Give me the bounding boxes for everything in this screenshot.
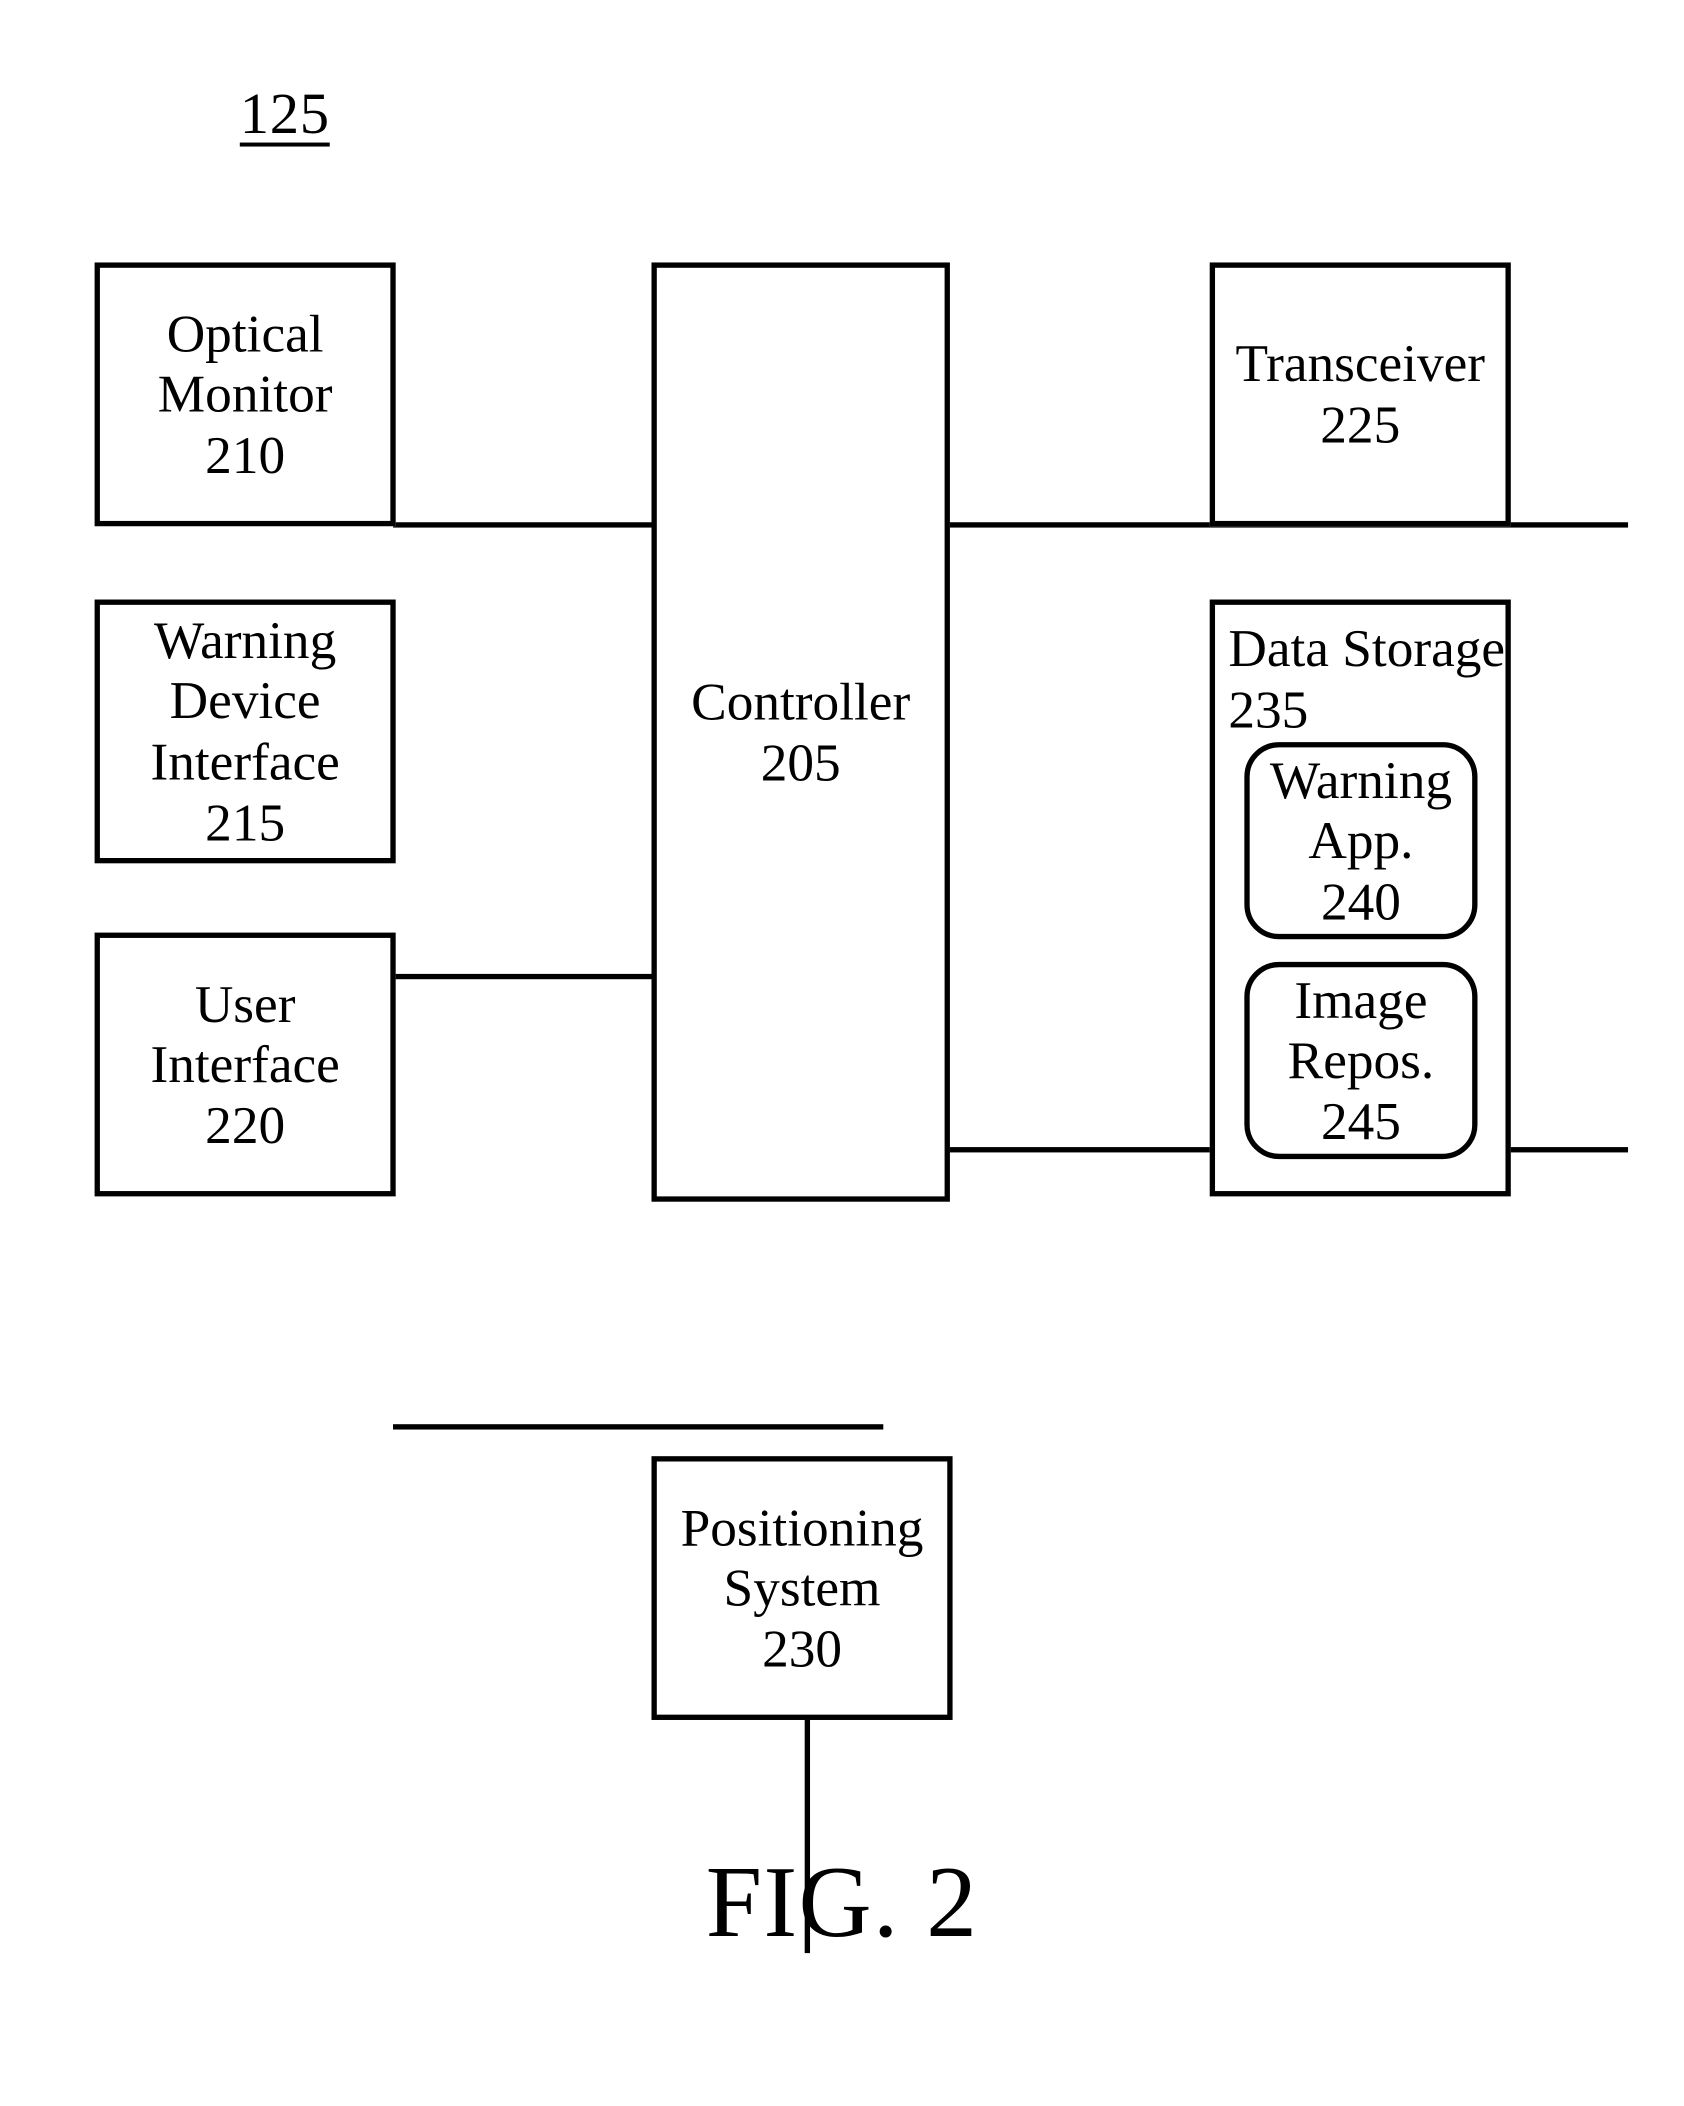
image-repository-label-line1: Image: [1294, 969, 1428, 1030]
warning-device-interface-label-line1: Warning: [154, 609, 337, 670]
image-repository-reference: 245: [1320, 1090, 1401, 1151]
connector-user-interface-to-controller: [393, 1424, 884, 1430]
block-positioning-system[interactable]: Positioning System 230: [651, 1456, 953, 1720]
submodule-warning-app[interactable]: Warning App. 240: [1244, 742, 1478, 940]
block-controller[interactable]: Controller 205: [651, 262, 950, 1202]
warning-device-interface-label-line3: Interface: [150, 731, 340, 792]
warning-app-reference: 240: [1320, 871, 1401, 931]
user-interface-reference: 220: [205, 1094, 286, 1155]
controller-reference: 205: [760, 732, 841, 793]
user-interface-label-line1: User: [194, 973, 296, 1034]
positioning-system-label-line1: Positioning: [680, 1496, 924, 1557]
controller-label: Controller: [691, 671, 911, 732]
block-optical-monitor[interactable]: Optical Monitor 210: [94, 262, 396, 527]
image-repository-label-line2: Repos.: [1287, 1030, 1435, 1091]
system-reference-numeral: 125: [239, 81, 330, 147]
figure-canvas: 125 Optical Monitor 210 Warning Device I…: [0, 0, 1684, 2106]
transceiver-reference: 225: [1320, 394, 1401, 455]
warning-device-interface-label-line2: Device: [169, 670, 321, 731]
submodule-image-repository[interactable]: Image Repos. 245: [1244, 961, 1478, 1160]
transceiver-label: Transceiver: [1235, 333, 1486, 394]
data-storage-label-group: Data Storage 235: [1228, 618, 1505, 739]
data-storage-label: Data Storage: [1228, 618, 1506, 679]
block-transceiver[interactable]: Transceiver 225: [1209, 262, 1511, 527]
positioning-system-reference: 230: [762, 1618, 842, 1679]
optical-monitor-label-line1: Optical: [166, 303, 324, 364]
block-warning-device-interface[interactable]: Warning Device Interface 215: [94, 599, 396, 864]
block-data-storage[interactable]: Data Storage 235 Warning App. 240 Image …: [1209, 599, 1511, 1197]
user-interface-label-line2: Interface: [150, 1034, 340, 1095]
warning-app-label-line2: App.: [1308, 810, 1414, 871]
warning-app-label-line1: Warning: [1269, 749, 1453, 810]
positioning-system-label-line2: System: [723, 1557, 881, 1618]
block-user-interface[interactable]: User Interface 220: [94, 932, 396, 1197]
warning-device-interface-reference: 215: [205, 792, 286, 853]
optical-monitor-label-line2: Monitor: [157, 363, 333, 424]
data-storage-reference: 235: [1228, 678, 1309, 739]
optical-monitor-reference: 210: [205, 424, 286, 485]
figure-caption: FIG. 2: [705, 1846, 979, 1959]
